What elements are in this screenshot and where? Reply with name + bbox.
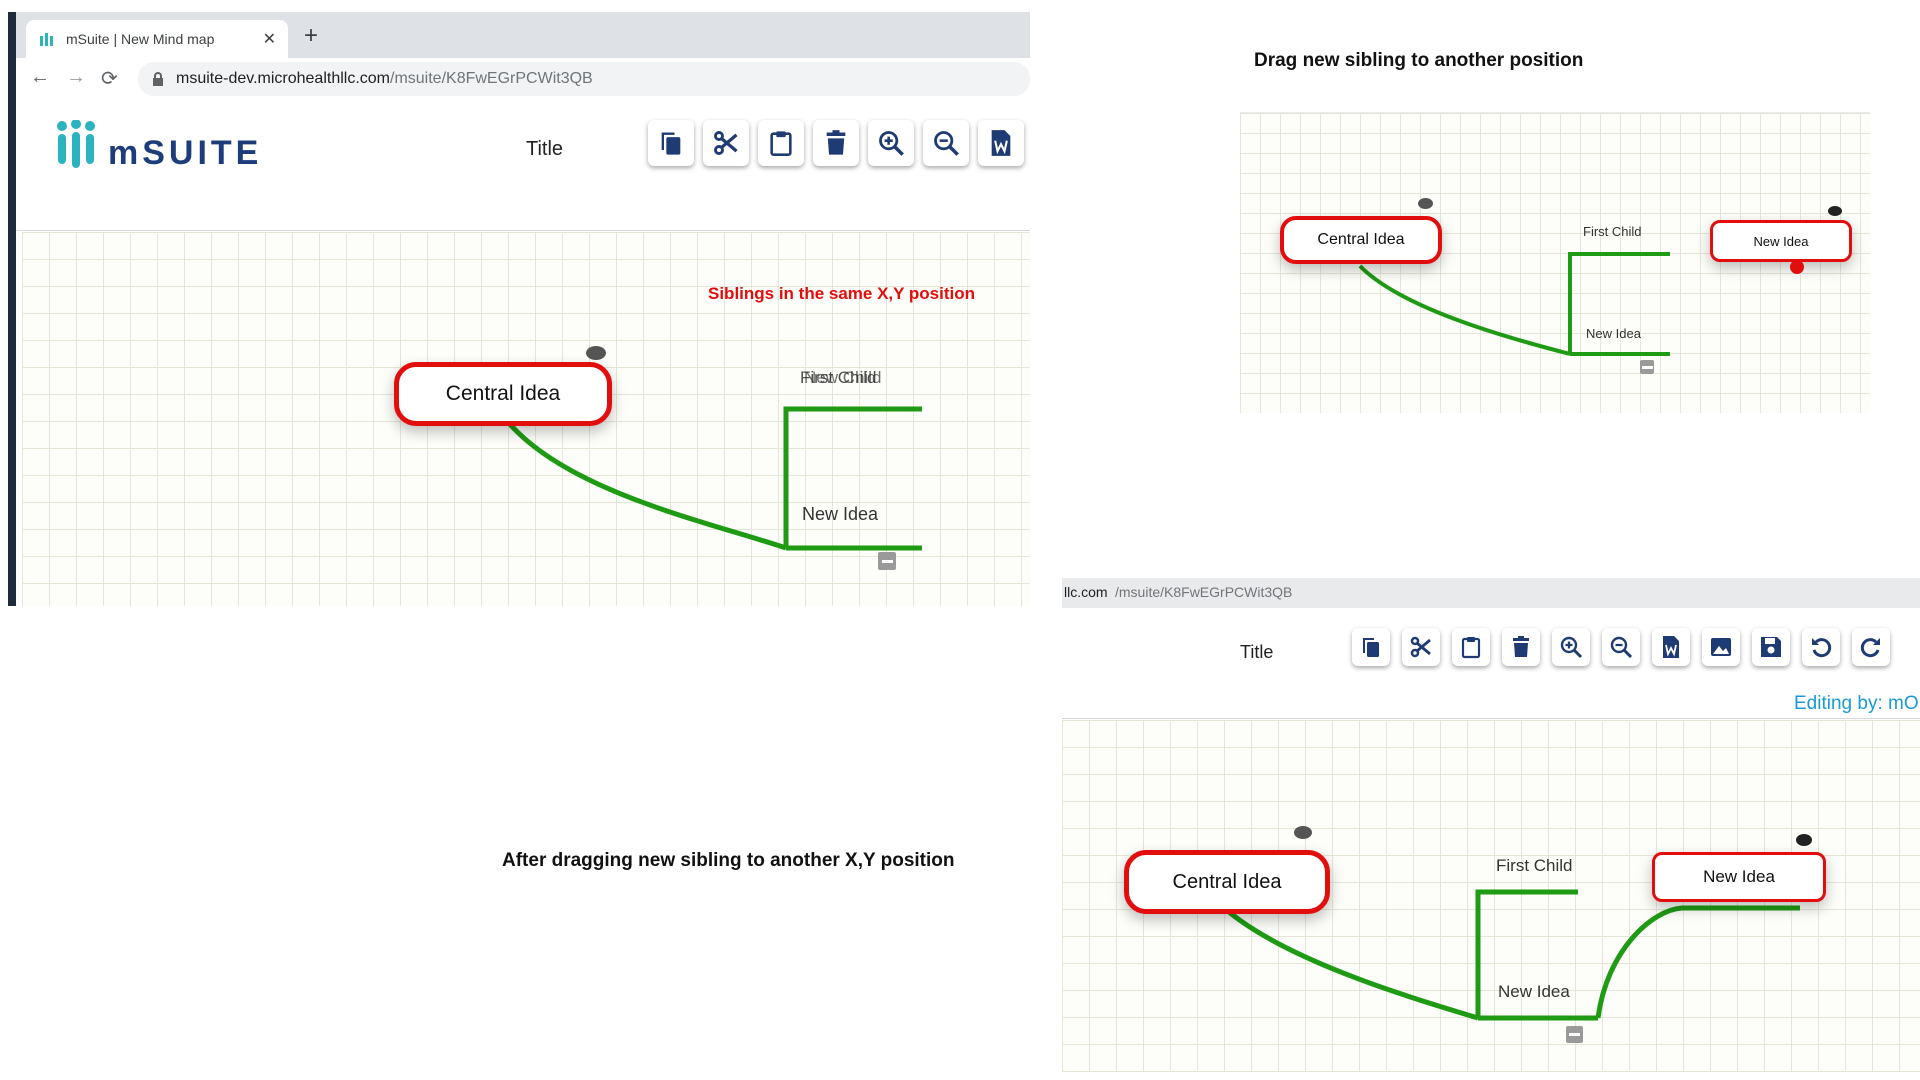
panel-c-url-host: llc.com: [1064, 584, 1108, 600]
overlap-label-new[interactable]: New Child: [804, 368, 881, 388]
panel-c-moved-comment-icon[interactable]: [1796, 834, 1812, 846]
undo-button[interactable]: [1802, 628, 1840, 666]
panel-b-heading: Drag new sibling to another position: [1254, 50, 1584, 71]
scissors-icon: [1410, 636, 1431, 658]
copy-button[interactable]: [1352, 628, 1390, 666]
paste-button[interactable]: [1452, 628, 1490, 666]
panel-c-url-path: /msuite/K8FwEGrPCWit3QB: [1115, 584, 1293, 600]
panel-b-central-node[interactable]: Central Idea: [1280, 216, 1442, 264]
panel-b-central-label: Central Idea: [1317, 231, 1405, 248]
panel-b-collapse-icon[interactable]: [1640, 360, 1654, 374]
panel-c-first-child[interactable]: First Child: [1496, 856, 1573, 876]
panel-c-central-label: Central Idea: [1172, 870, 1282, 893]
drag-handle-dot[interactable]: [1790, 260, 1804, 274]
panel-c-title[interactable]: Title: [1240, 642, 1273, 663]
zoom-in-button[interactable]: [1552, 628, 1590, 666]
panel-b-comment-icon[interactable]: [1418, 198, 1433, 209]
panel-c-caption: After dragging new sibling to another X,…: [502, 850, 955, 871]
panel-a: mSuite | New Mind map ✕ + ← → ⟳ msuite-d…: [8, 12, 1030, 606]
central-idea-node[interactable]: Central Idea: [394, 362, 612, 426]
panel-b-first-child[interactable]: First Child: [1583, 224, 1642, 239]
cut-button[interactable]: [1402, 628, 1440, 666]
dragged-sibling-node[interactable]: New Idea: [1710, 220, 1852, 262]
collapse-icon[interactable]: [878, 552, 896, 570]
export-image-button[interactable]: [1702, 628, 1740, 666]
zoom-in-icon: [1560, 636, 1583, 659]
new-idea-label[interactable]: New Idea: [802, 504, 878, 525]
clipboard-icon: [1461, 637, 1481, 659]
panel-c-comment-icon[interactable]: [1294, 826, 1312, 839]
panel-b-new-idea[interactable]: New Idea: [1586, 326, 1641, 341]
panel-b-dragged-comment-icon[interactable]: [1828, 206, 1842, 216]
copy-icon: [1363, 638, 1379, 657]
moved-sibling-label: New Idea: [1703, 867, 1775, 886]
redo-icon: [1860, 638, 1880, 658]
export-word-button[interactable]: [1652, 628, 1690, 666]
zoom-out-icon: [1610, 636, 1633, 659]
zoom-out-button[interactable]: [1602, 628, 1640, 666]
panel-c-collapse-icon[interactable]: [1566, 1026, 1583, 1043]
redo-button[interactable]: [1852, 628, 1890, 666]
moved-sibling-node[interactable]: New Idea: [1652, 852, 1826, 902]
editing-by-status: Editing by: mO: [1794, 693, 1919, 714]
image-icon: [1711, 638, 1731, 656]
panel-c-central-node[interactable]: Central Idea: [1124, 850, 1330, 914]
panel-c-new-idea[interactable]: New Idea: [1498, 982, 1570, 1002]
word-file-icon: [1663, 636, 1679, 658]
undo-icon: [1812, 638, 1832, 658]
delete-button[interactable]: [1502, 628, 1540, 666]
floppy-disk-icon: [1761, 637, 1781, 657]
central-idea-label: Central Idea: [445, 382, 561, 405]
panel-c-toolbar: [1352, 628, 1912, 674]
trash-icon: [1513, 636, 1529, 657]
dragged-sibling-label: New Idea: [1753, 233, 1809, 249]
save-button[interactable]: [1752, 628, 1790, 666]
